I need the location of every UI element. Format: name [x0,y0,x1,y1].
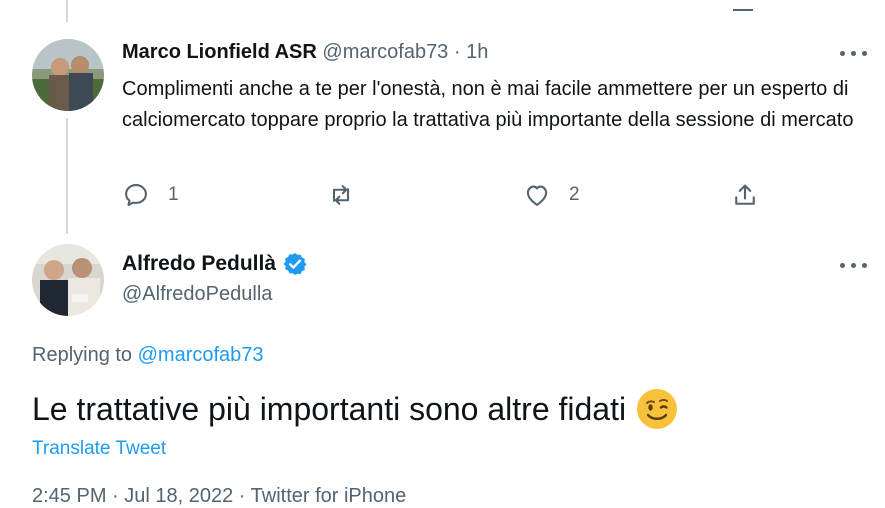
reply-count: 1 [168,184,179,205]
reply-display-name[interactable]: Marco Lionfield ASR [122,41,317,63]
main-handle[interactable]: @AlfredoPedulla [122,283,272,306]
reply-time[interactable]: 1h [466,41,488,63]
replying-to-link[interactable]: @marcofab73 [138,344,264,366]
share-icon [735,184,755,205]
more-icon-dot [851,263,856,268]
reply-header: Marco Lionfield ASR @marcofab73 · 1h [122,41,488,64]
tweet-timestamp[interactable]: 2:45 PM · Jul 18, 2022 · Twitter for iPh… [32,485,406,508]
main-author: Alfredo Pedullà [122,251,308,277]
reply-avatar[interactable] [32,39,104,111]
retweet-icon [332,185,350,205]
thread-line-top [66,0,68,22]
reply-button[interactable]: 1 [122,180,179,210]
like-icon [526,185,548,206]
thread-line-bottom [66,118,68,234]
share-button[interactable] [731,180,759,210]
reply-text: Complimenti anche a te per l'onestà, non… [122,78,854,131]
replying-prefix: Replying to [32,344,133,366]
replying-to: Replying to @marcofab73 [32,344,264,367]
translate-tweet-link[interactable]: Translate Tweet [32,438,166,460]
like-button[interactable]: 2 [523,180,580,210]
reply-separator: · [453,41,461,63]
more-icon [840,51,845,56]
partial-share-icon[interactable] [733,0,753,11]
reply-handle[interactable]: @marcofab73 [322,41,448,63]
main-display-name[interactable]: Alfredo Pedullà [122,252,276,276]
reply-icon [125,184,147,206]
main-more-button[interactable] [839,255,869,275]
like-count: 2 [569,184,580,205]
more-icon-dot [862,263,867,268]
more-icon-dot [851,51,856,56]
more-icon [840,263,845,268]
main-text: Le trattative più importanti sono altre … [32,390,627,427]
retweet-button[interactable] [327,180,355,210]
verified-badge-icon [283,252,307,276]
main-avatar[interactable] [32,244,104,316]
main-tweet-text: Le trattative più importanti sono altre … [32,388,678,430]
reply-more-button[interactable] [839,43,869,63]
more-icon-dot [862,51,867,56]
winking-face-emoji [637,389,678,429]
